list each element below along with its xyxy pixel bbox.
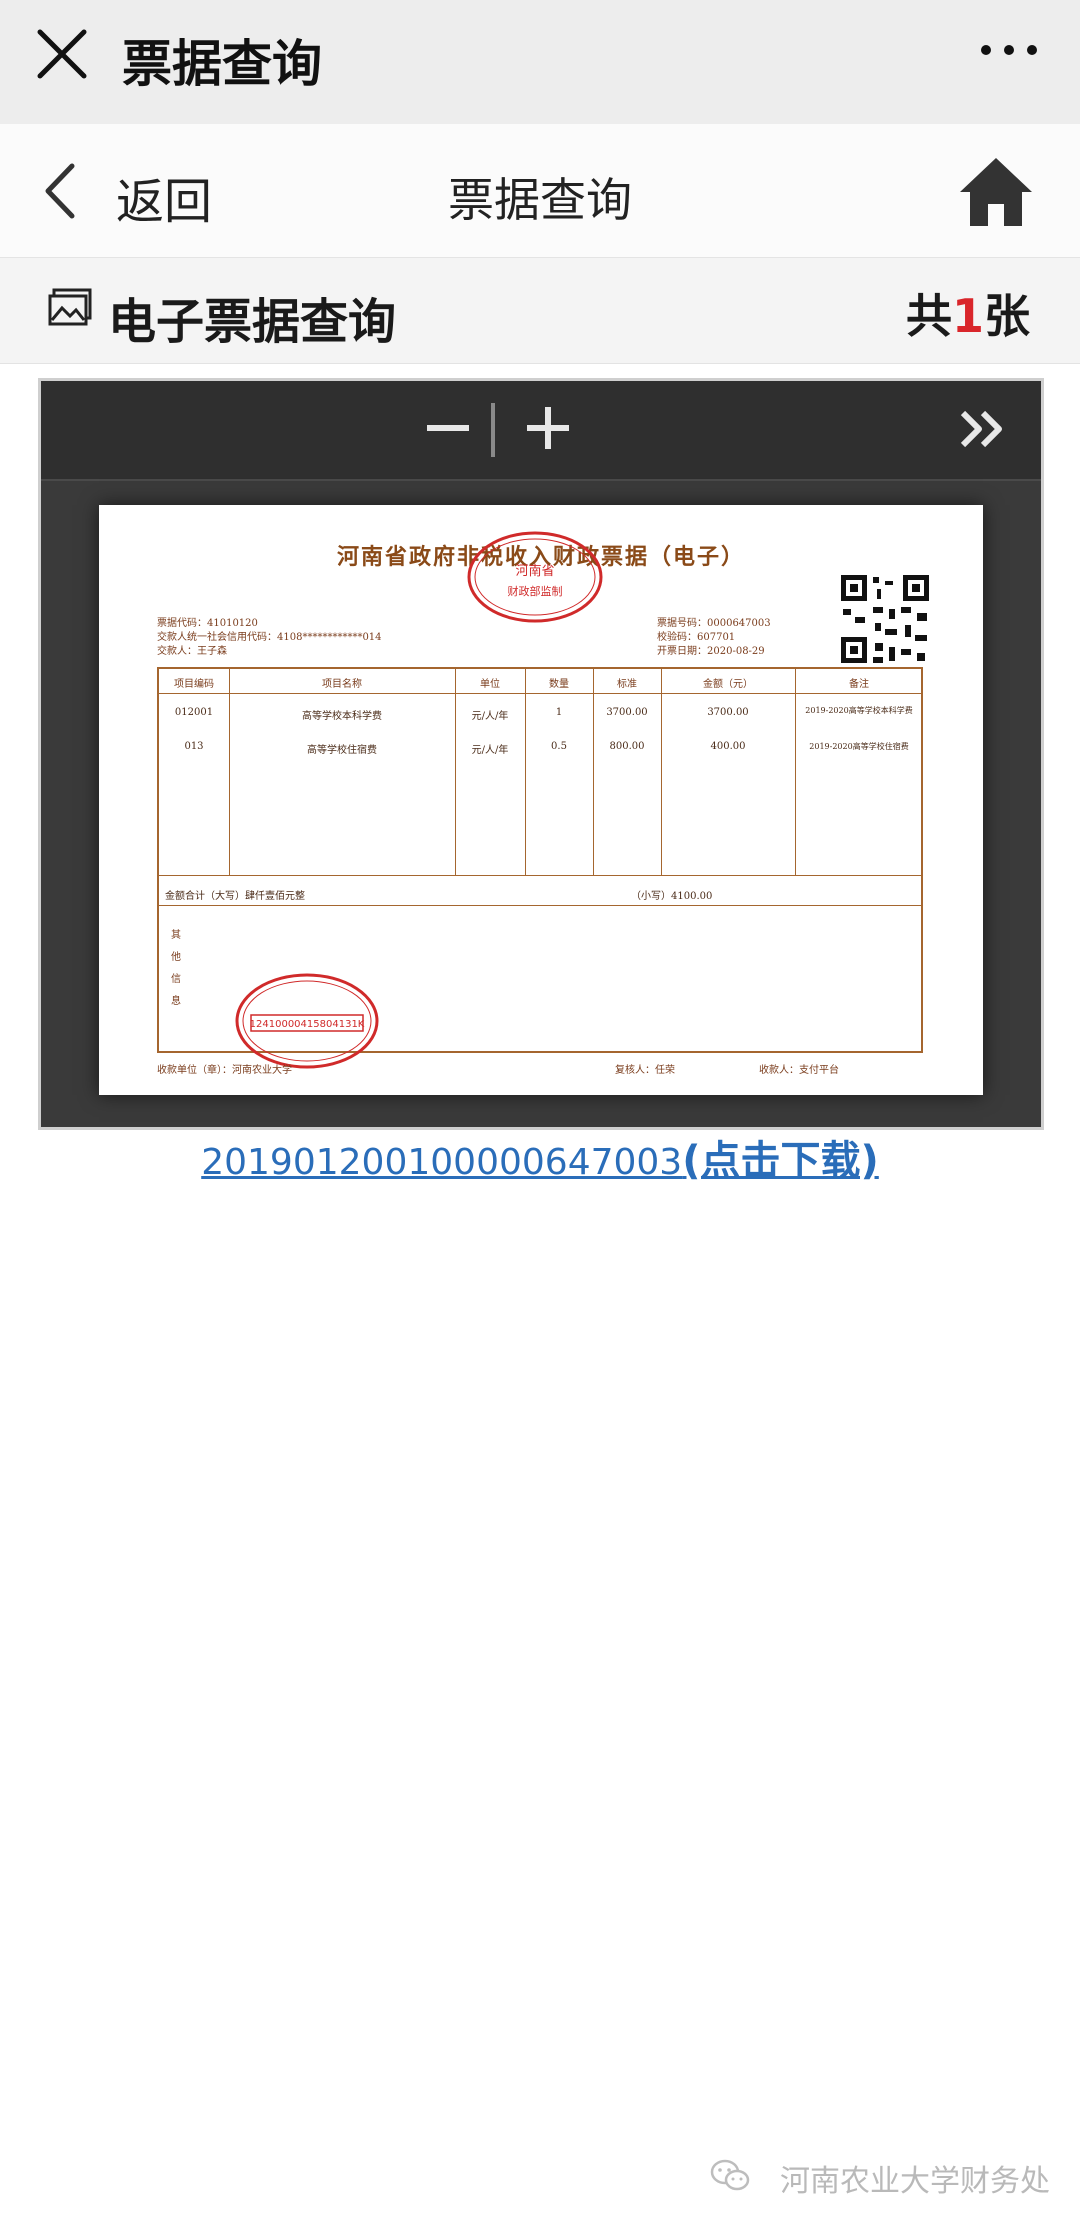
invoice-count: 共1张 (905, 289, 1030, 343)
section-title: 电子票据查询 (108, 294, 397, 350)
next-page-icon[interactable] (959, 407, 1007, 451)
invoice-meta-right: 票据号码：0000647003 校验码：607701 开票日期：2020-08-… (657, 618, 771, 657)
col-header: 金额（元） (703, 679, 753, 690)
table-cell: 800.00 (609, 741, 645, 752)
watermark: 河南农业大学财务处 (780, 2164, 1050, 2199)
close-icon[interactable] (34, 26, 90, 82)
col-header: 备注 (849, 679, 869, 690)
svg-text:河南省: 河南省 (515, 563, 554, 579)
university-seal: 12410000415804131K (235, 973, 379, 1069)
page-nav-bar: 返回 票据查询 (0, 124, 1080, 258)
table-cell: 3700.00 (707, 707, 749, 718)
window-title: 票据查询 (122, 35, 322, 93)
wechat-top-bar: 票据查询 (0, 0, 1080, 124)
table-cell: 0.5 (551, 741, 567, 752)
svg-text:财政部监制: 财政部监制 (508, 584, 563, 598)
col-header: 单位 (480, 679, 500, 690)
table-cell: 3700.00 (606, 707, 648, 718)
other-info-label: 其他信息 (171, 930, 181, 1007)
section-header: 电子票据查询 共1张 (0, 258, 1080, 364)
table-cell: 2019-2020高等学校住宿费 (809, 742, 909, 751)
table-cell: 元/人/年 (471, 745, 509, 756)
invoice-meta-left: 票据代码：41010120 交款人统一社会信用代码：4108**********… (157, 618, 382, 657)
toolbar-divider (491, 403, 495, 457)
table-cell: 1 (555, 707, 563, 718)
table-cell: 元/人/年 (471, 711, 509, 722)
table-cell: 高等学校住宿费 (307, 745, 377, 756)
download-link[interactable]: 201901200100000647003(点击下载) (201, 1138, 879, 1184)
col-header: 标准 (617, 679, 637, 690)
collector: 收款人：支付平台 (759, 1065, 839, 1076)
table-cell: 高等学校本科学费 (302, 711, 382, 722)
wechat-logo-icon (710, 2159, 750, 2191)
zoom-in-button[interactable] (523, 403, 573, 453)
document-viewer: 河南省政府非税收入财政票据（电子） 河南省 财政部监制 票据代码：4101012… (38, 378, 1044, 1130)
home-icon[interactable] (958, 154, 1034, 230)
payee-unit: 收款单位（章）：河南农业大学 (157, 1065, 292, 1076)
image-icon (48, 288, 92, 326)
finance-seal: 河南省 财政部监制 (467, 531, 603, 623)
total-upper: 金额合计（大写）肆仟壹佰元整 (165, 891, 305, 902)
download-row: 201901200100000647003(点击下载) (0, 1128, 1080, 1186)
table-cell: 400.00 (710, 741, 746, 752)
table-cell: 013 (184, 741, 204, 752)
table-cell: 2019-2020高等学校本科学费 (805, 706, 913, 715)
col-header: 数量 (549, 679, 569, 690)
page-title: 票据查询 (448, 173, 632, 227)
zoom-out-button[interactable] (423, 403, 473, 453)
qr-code (839, 573, 931, 665)
total-lower: （小写）4100.00 (631, 891, 713, 902)
reviewer: 复核人：任荣 (615, 1065, 675, 1076)
col-header: 项目名称 (322, 679, 362, 690)
invoice-image[interactable]: 河南省政府非税收入财政票据（电子） 河南省 财政部监制 票据代码：4101012… (99, 505, 983, 1095)
col-header: 项目编码 (174, 679, 214, 690)
svg-text:12410000415804131K: 12410000415804131K (250, 1019, 365, 1030)
table-cell: 012001 (174, 707, 214, 718)
viewer-toolbar (41, 381, 1041, 481)
more-dots-icon[interactable] (974, 30, 1044, 70)
